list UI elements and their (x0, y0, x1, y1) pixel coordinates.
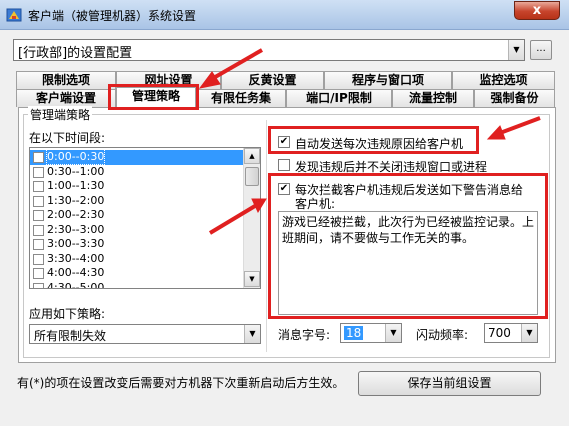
scroll-thumb[interactable] (245, 167, 259, 186)
chevron-down-icon[interactable]: ▼ (521, 324, 537, 342)
list-item[interactable]: 0:00--0:30 (30, 149, 244, 165)
checkbox[interactable] (33, 268, 44, 279)
auto-send-label: 自动发送每次违规原因给客户机 (295, 137, 464, 151)
flash-value: 700 (488, 326, 511, 340)
checkbox[interactable] (33, 253, 44, 265)
list-scrollbar[interactable]: ▲ ▼ (243, 148, 260, 288)
scroll-up-icon[interactable]: ▲ (244, 148, 260, 164)
tab-program-window[interactable]: 程序与窗口项 (324, 71, 452, 89)
more-button[interactable]: ... (530, 40, 552, 60)
tab-restriction-options[interactable]: 限制选项 (16, 71, 116, 89)
send-warning-checkbox[interactable]: ✔ (278, 183, 290, 195)
time-label: 在以下时间段: (29, 131, 106, 145)
close-icon: x (532, 3, 542, 18)
no-close-label: 发现违规后并不关闭违规窗口或进程 (295, 160, 488, 174)
list-item[interactable]: 3:00--3:30 (30, 237, 244, 252)
list-item[interactable]: 3:30--4:00 (30, 252, 244, 267)
scroll-down-icon[interactable]: ▼ (244, 271, 260, 287)
no-close-checkbox[interactable] (278, 159, 290, 171)
group-title: 管理端策略 (28, 106, 93, 123)
list-item[interactable]: 0:30--1:00 (30, 165, 244, 180)
config-select-value: [行政部]的设置配置 (18, 46, 133, 61)
list-item[interactable]: 1:30--2:00 (30, 194, 244, 209)
policy-select[interactable]: 所有限制失效 ▼ (29, 324, 261, 344)
title-bar: 客户端（被管理机器）系统设置 x (0, 0, 569, 30)
footer-note: 有(*)的项在设置改变后需要对方机器下次重新启动后方生效。 (17, 376, 345, 390)
policy-select-value: 所有限制失效 (34, 329, 107, 343)
font-size-value: 18 (344, 326, 364, 340)
checkbox[interactable] (33, 166, 44, 178)
checkbox[interactable] (33, 239, 44, 250)
checkbox[interactable] (33, 210, 44, 221)
tab-antiporn-settings[interactable]: 反黄设置 (221, 71, 324, 89)
flash-label: 闪动频率: (416, 328, 469, 342)
font-size-select[interactable]: 18 ▼ (340, 323, 402, 343)
list-item[interactable]: 4:00--4:30 (30, 266, 244, 281)
window-title: 客户端（被管理机器）系统设置 (28, 9, 197, 23)
policy-label: 应用如下策略: (29, 307, 106, 321)
checkbox[interactable] (33, 282, 44, 288)
send-warning-label-line2: 客户机: (295, 197, 336, 211)
font-size-label: 消息字号: (278, 328, 331, 342)
time-slot-list[interactable]: 0:00--0:30 0:30--1:00 1:00--1:30 1:30--2… (29, 147, 261, 289)
list-item[interactable]: 1:00--1:30 (30, 179, 244, 194)
checkbox[interactable] (33, 224, 44, 236)
list-item[interactable]: 2:00--2:30 (30, 208, 244, 223)
auto-send-checkbox[interactable]: ✔ (278, 136, 290, 148)
flash-select[interactable]: 700 ▼ (484, 323, 538, 343)
chevron-down-icon[interactable]: ▼ (508, 40, 524, 60)
tab-monitor-options[interactable]: 监控选项 (452, 71, 555, 89)
tab-management-policy[interactable]: 管理策略 (116, 87, 196, 108)
warning-message-input[interactable]: 游戏已经被拦截，此次行为已经被监控记录。上班期间，请不要做与工作无关的事。 (278, 211, 538, 315)
tab-port-ip-limit[interactable]: 端口/IP限制 (286, 89, 392, 107)
config-select[interactable]: [行政部]的设置配置 ▼ (13, 39, 525, 61)
settings-window: 客户端（被管理机器）系统设置 x [行政部]的设置配置 ▼ ... 限制选项 网… (0, 0, 569, 426)
checkbox[interactable] (33, 195, 44, 207)
list-item[interactable]: 4:30--5:00 (30, 281, 244, 288)
save-group-settings-button[interactable]: 保存当前组设置 (358, 371, 541, 396)
list-item[interactable]: 2:30--3:00 (30, 223, 244, 238)
checkbox[interactable] (33, 152, 44, 163)
checkbox[interactable] (33, 181, 44, 192)
tab-client-settings[interactable]: 客户端设置 (16, 89, 116, 107)
close-button[interactable]: x (514, 1, 560, 20)
tab-forced-backup[interactable]: 强制备份 (474, 89, 555, 107)
chevron-down-icon[interactable]: ▼ (385, 324, 401, 342)
app-icon (6, 8, 22, 22)
tab-traffic-control[interactable]: 流量控制 (392, 89, 474, 107)
tab-limited-tasks[interactable]: 有限任务集 (196, 89, 286, 107)
column-divider (266, 120, 267, 352)
chevron-down-icon[interactable]: ▼ (244, 325, 260, 343)
